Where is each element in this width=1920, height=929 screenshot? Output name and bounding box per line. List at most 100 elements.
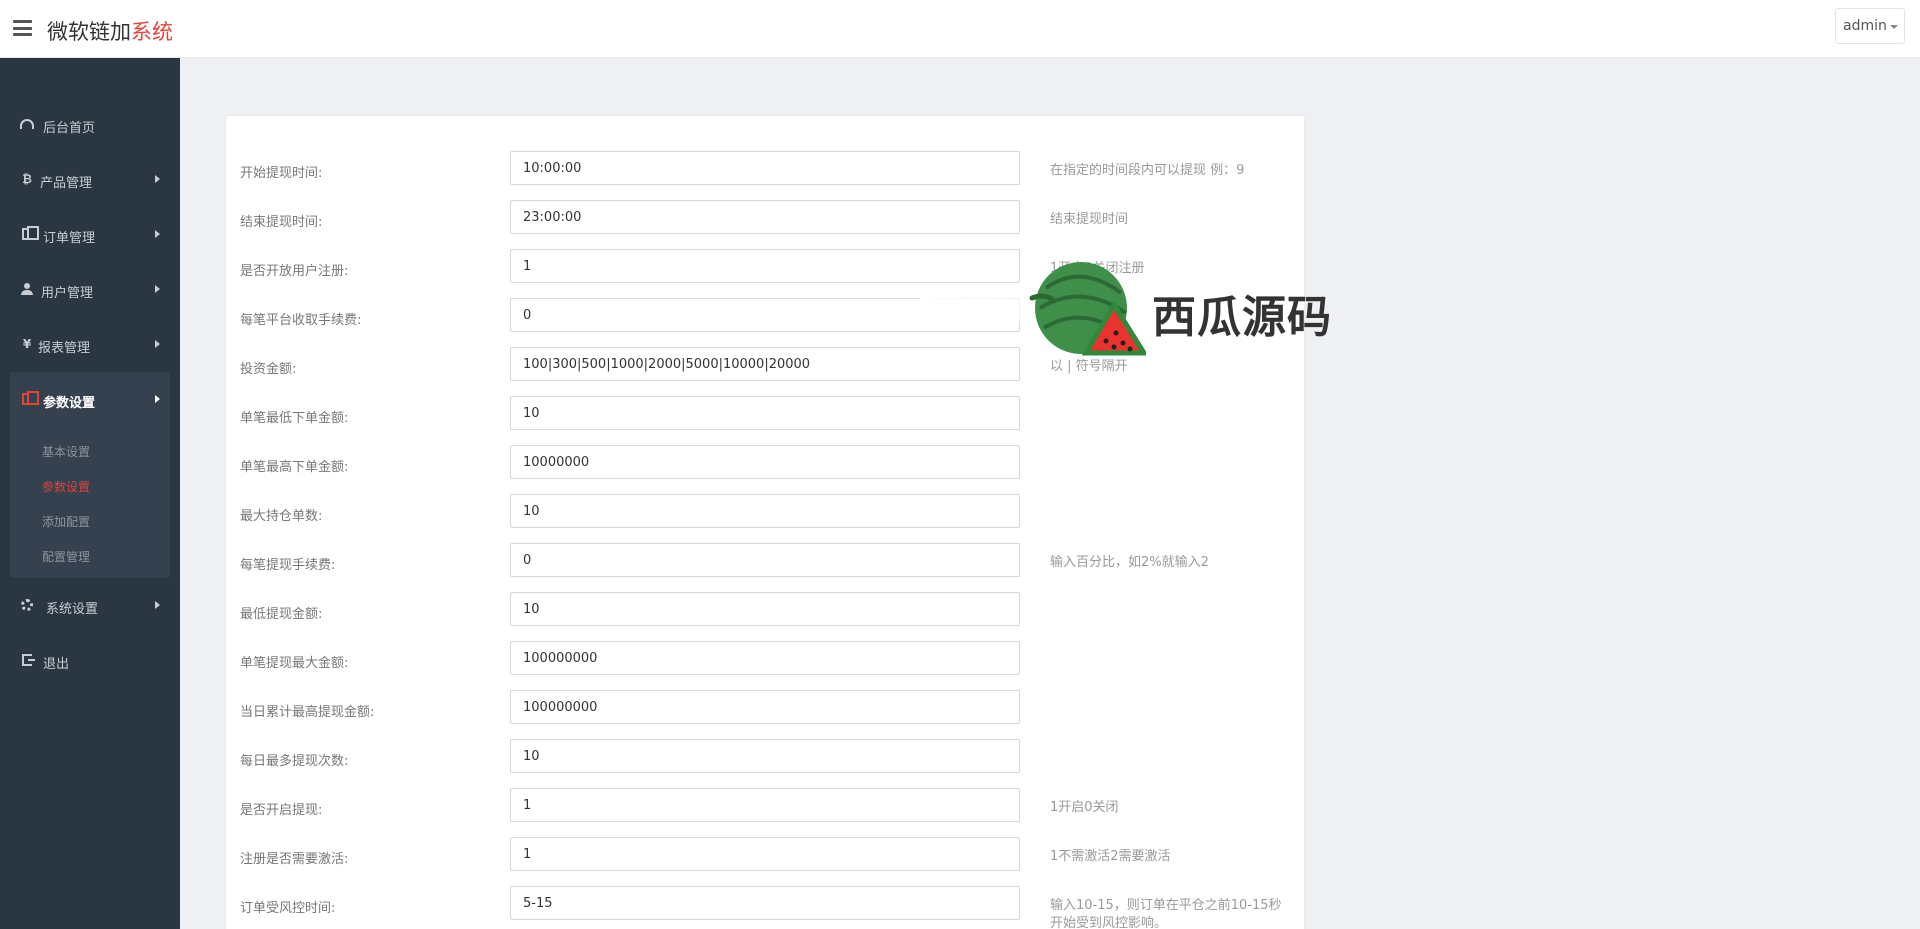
- withdraw-fee-input[interactable]: [510, 543, 1020, 577]
- yen-icon: ¥: [22, 337, 32, 351]
- chevron-right-icon: [155, 340, 160, 348]
- field-help: 输入百分比，如2%就输入2: [1050, 555, 1209, 570]
- user-icon: [20, 282, 34, 296]
- sidebar-item-label: 系统设置: [46, 602, 99, 617]
- field-help: 1不需激活2需要激活: [1050, 849, 1171, 864]
- field-help: 1开启0关闭: [1050, 800, 1119, 815]
- sidebar-item-label: 参数设置: [43, 396, 96, 411]
- sidebar-item-label: 产品管理: [40, 176, 93, 191]
- platform-fee-input[interactable]: [510, 298, 1020, 332]
- form-row-min-withdraw: 最低提现金额:: [226, 592, 1306, 628]
- open-registration-input[interactable]: [510, 249, 1020, 283]
- field-help: 以 | 符号隔开: [1050, 359, 1128, 374]
- field-help: 结束提现时间: [1050, 212, 1129, 227]
- user-name: admin: [1843, 18, 1887, 34]
- enable-withdraw-input[interactable]: [510, 788, 1020, 822]
- form-row-enable-withdraw: 是否开启提现: 1开启0关闭: [226, 788, 1306, 824]
- submenu-item-add-config[interactable]: 添加配置: [10, 502, 170, 537]
- field-help: 百分比: [1050, 310, 1090, 325]
- max-order-amount-input[interactable]: [510, 445, 1020, 479]
- submenu-item-basic-settings[interactable]: 基本设置: [10, 432, 170, 467]
- chevron-right-icon: [155, 175, 160, 183]
- form-row-daily-withdraw-count: 每日最多提现次数:: [226, 739, 1306, 775]
- user-dropdown-button[interactable]: admin: [1835, 8, 1905, 44]
- sign-out-icon: [20, 653, 35, 667]
- field-label: 每笔提现手续费:: [240, 558, 336, 573]
- hamburger-menu-icon[interactable]: [13, 20, 32, 36]
- sidebar-item-users[interactable]: 用户管理: [0, 262, 180, 317]
- brand-title: 微软链加系统: [47, 16, 173, 46]
- form-row-min-order: 单笔最低下单金额:: [226, 396, 1306, 432]
- field-help: 1开启0关闭注册: [1050, 261, 1145, 276]
- sidebar-item-dashboard[interactable]: 后台首页: [0, 97, 180, 152]
- field-label: 单笔最低下单金额:: [240, 411, 349, 426]
- settings-panel: 开始提现时间: 在指定的时间段内可以提现 例：9 结束提现时间: 结束提现时间 …: [225, 115, 1305, 929]
- chevron-right-icon: [155, 285, 160, 293]
- sidebar-item-system-settings[interactable]: 系统设置: [0, 578, 180, 633]
- field-label: 投资金额:: [240, 362, 297, 377]
- form-row-registration-activation: 注册是否需要激活: 1不需激活2需要激活: [226, 837, 1306, 873]
- field-label: 是否开放用户注册:: [240, 264, 349, 279]
- form-row-withdraw-end: 结束提现时间: 结束提现时间: [226, 200, 1306, 236]
- daily-max-withdraw-input[interactable]: [510, 690, 1020, 724]
- dashboard-icon: [20, 117, 34, 131]
- bitcoin-icon: ₿: [22, 172, 32, 186]
- min-order-amount-input[interactable]: [510, 396, 1020, 430]
- files-icon: [20, 391, 39, 406]
- sidebar-item-logout[interactable]: 退出: [0, 633, 180, 688]
- max-single-withdraw-input[interactable]: [510, 641, 1020, 675]
- sidebar-menu: 后台首页 ₿ 产品管理 订单管理 用户管理 ¥ 报表管理 参数设置 基本设置 参…: [0, 97, 180, 688]
- field-help: 在指定的时间段内可以提现 例：9: [1050, 163, 1245, 178]
- chevron-right-icon: [155, 601, 160, 609]
- field-label: 最低提现金额:: [240, 607, 323, 622]
- field-label: 单笔提现最大金额:: [240, 656, 349, 671]
- sidebar: 后台首页 ₿ 产品管理 订单管理 用户管理 ¥ 报表管理 参数设置 基本设置 参…: [0, 58, 180, 929]
- sidebar-submenu: 基本设置 参数设置 添加配置 配置管理: [10, 427, 170, 578]
- field-label: 每日最多提现次数:: [240, 754, 349, 769]
- field-label: 最大持仓单数:: [240, 509, 323, 524]
- sidebar-item-label: 后台首页: [43, 121, 96, 136]
- brand-accent-text: 系统: [131, 20, 173, 44]
- gears-icon: [20, 598, 34, 612]
- form-row-investment-amounts: 投资金额: 以 | 符号隔开: [226, 347, 1306, 383]
- withdraw-start-time-input[interactable]: [510, 151, 1020, 185]
- files-icon: [20, 226, 39, 241]
- brand-main-text: 微软链加: [47, 20, 131, 44]
- submenu-item-config-manage[interactable]: 配置管理: [10, 537, 170, 572]
- withdraw-end-time-input[interactable]: [510, 200, 1020, 234]
- risk-control-time-input[interactable]: [510, 886, 1020, 920]
- form-row-max-positions: 最大持仓单数:: [226, 494, 1306, 530]
- sidebar-item-parameters[interactable]: 参数设置: [10, 372, 170, 427]
- form-row-risk-control-time: 订单受风控时间: 输入10-15，则订单在平仓之前10-15秒开始受到风控影响。: [226, 886, 1306, 929]
- field-label: 是否开启提现:: [240, 803, 323, 818]
- sidebar-item-label: 订单管理: [43, 231, 96, 246]
- field-label: 结束提现时间:: [240, 215, 323, 230]
- investment-amounts-input[interactable]: [510, 347, 1020, 381]
- daily-withdraw-count-input[interactable]: [510, 739, 1020, 773]
- form-row-max-single-withdraw: 单笔提现最大金额:: [226, 641, 1306, 677]
- sidebar-item-orders[interactable]: 订单管理: [0, 207, 180, 262]
- top-navbar: 微软链加系统 admin: [0, 0, 1920, 58]
- field-label: 订单受风控时间:: [240, 901, 336, 916]
- field-label: 每笔平台收取手续费:: [240, 313, 362, 328]
- sidebar-item-products[interactable]: ₿ 产品管理: [0, 152, 180, 207]
- registration-activation-input[interactable]: [510, 837, 1020, 871]
- form-row-max-order: 单笔最高下单金额:: [226, 445, 1306, 481]
- sidebar-item-label: 报表管理: [38, 341, 91, 356]
- field-label: 当日累计最高提现金额:: [240, 705, 375, 720]
- chevron-right-icon: [155, 230, 160, 238]
- sidebar-item-label: 退出: [43, 657, 70, 672]
- field-label: 注册是否需要激活:: [240, 852, 349, 867]
- sidebar-item-reports[interactable]: ¥ 报表管理: [0, 317, 180, 372]
- caret-down-icon: [1890, 25, 1898, 29]
- chevron-right-icon: [155, 395, 160, 403]
- field-help: 输入10-15，则订单在平仓之前10-15秒开始受到风控影响。: [1050, 898, 1282, 929]
- field-label: 开始提现时间:: [240, 166, 323, 181]
- min-withdraw-amount-input[interactable]: [510, 592, 1020, 626]
- form-row-open-registration: 是否开放用户注册: 1开启0关闭注册: [226, 249, 1306, 285]
- max-positions-input[interactable]: [510, 494, 1020, 528]
- field-label: 单笔最高下单金额:: [240, 460, 349, 475]
- form-row-withdraw-start: 开始提现时间: 在指定的时间段内可以提现 例：9: [226, 151, 1306, 187]
- form-row-platform-fee: 每笔平台收取手续费: 百分比: [226, 298, 1306, 334]
- submenu-item-parameter-settings[interactable]: 参数设置: [10, 467, 170, 502]
